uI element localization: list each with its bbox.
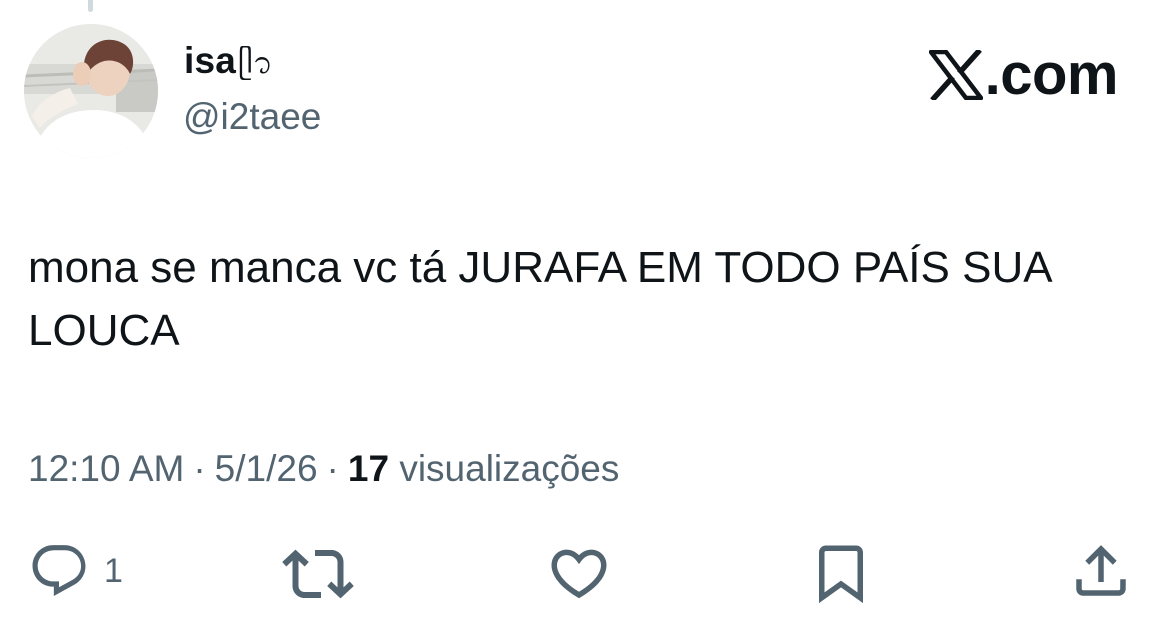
share-icon	[1076, 545, 1126, 596]
reply-button[interactable]: 1	[28, 540, 123, 602]
share-button[interactable]	[1068, 538, 1134, 604]
author-name-emoji: ᥫ᭡	[238, 47, 274, 80]
author-display-name[interactable]: isaᥫ᭡	[184, 40, 273, 95]
tweet-metadata: 12:10 AM · 5/1/26 · 17 visualizações	[28, 448, 619, 490]
like-icon	[551, 549, 607, 599]
tweet-date[interactable]: 5/1/26	[215, 448, 318, 489]
views-count: 17	[347, 448, 390, 489]
retweet-icon	[282, 549, 354, 599]
tweet-time[interactable]: 12:10 AM	[28, 448, 184, 489]
brand-logo: .com	[928, 42, 1119, 107]
author-handle[interactable]: @i2taee	[183, 96, 321, 138]
meta-separator: ·	[326, 448, 339, 489]
brand-text: .com	[984, 42, 1119, 107]
avatar[interactable]	[24, 24, 158, 158]
bookmark-button[interactable]	[808, 540, 874, 606]
reply-icon	[32, 545, 86, 597]
avatar-photo	[24, 24, 158, 158]
retweet-button[interactable]	[282, 538, 354, 610]
tweet-text: mona se manca vc tá JURAFA EM TODO PAÍS …	[28, 243, 1051, 355]
meta-separator: ·	[193, 448, 206, 489]
views-label: visualizações	[399, 448, 620, 489]
like-button[interactable]	[546, 540, 612, 606]
reply-count: 1	[104, 551, 123, 590]
author-name-text: isa	[184, 40, 237, 81]
thread-connector-line	[88, 0, 93, 12]
bookmark-icon	[819, 545, 863, 604]
x-logo-icon	[928, 50, 983, 100]
